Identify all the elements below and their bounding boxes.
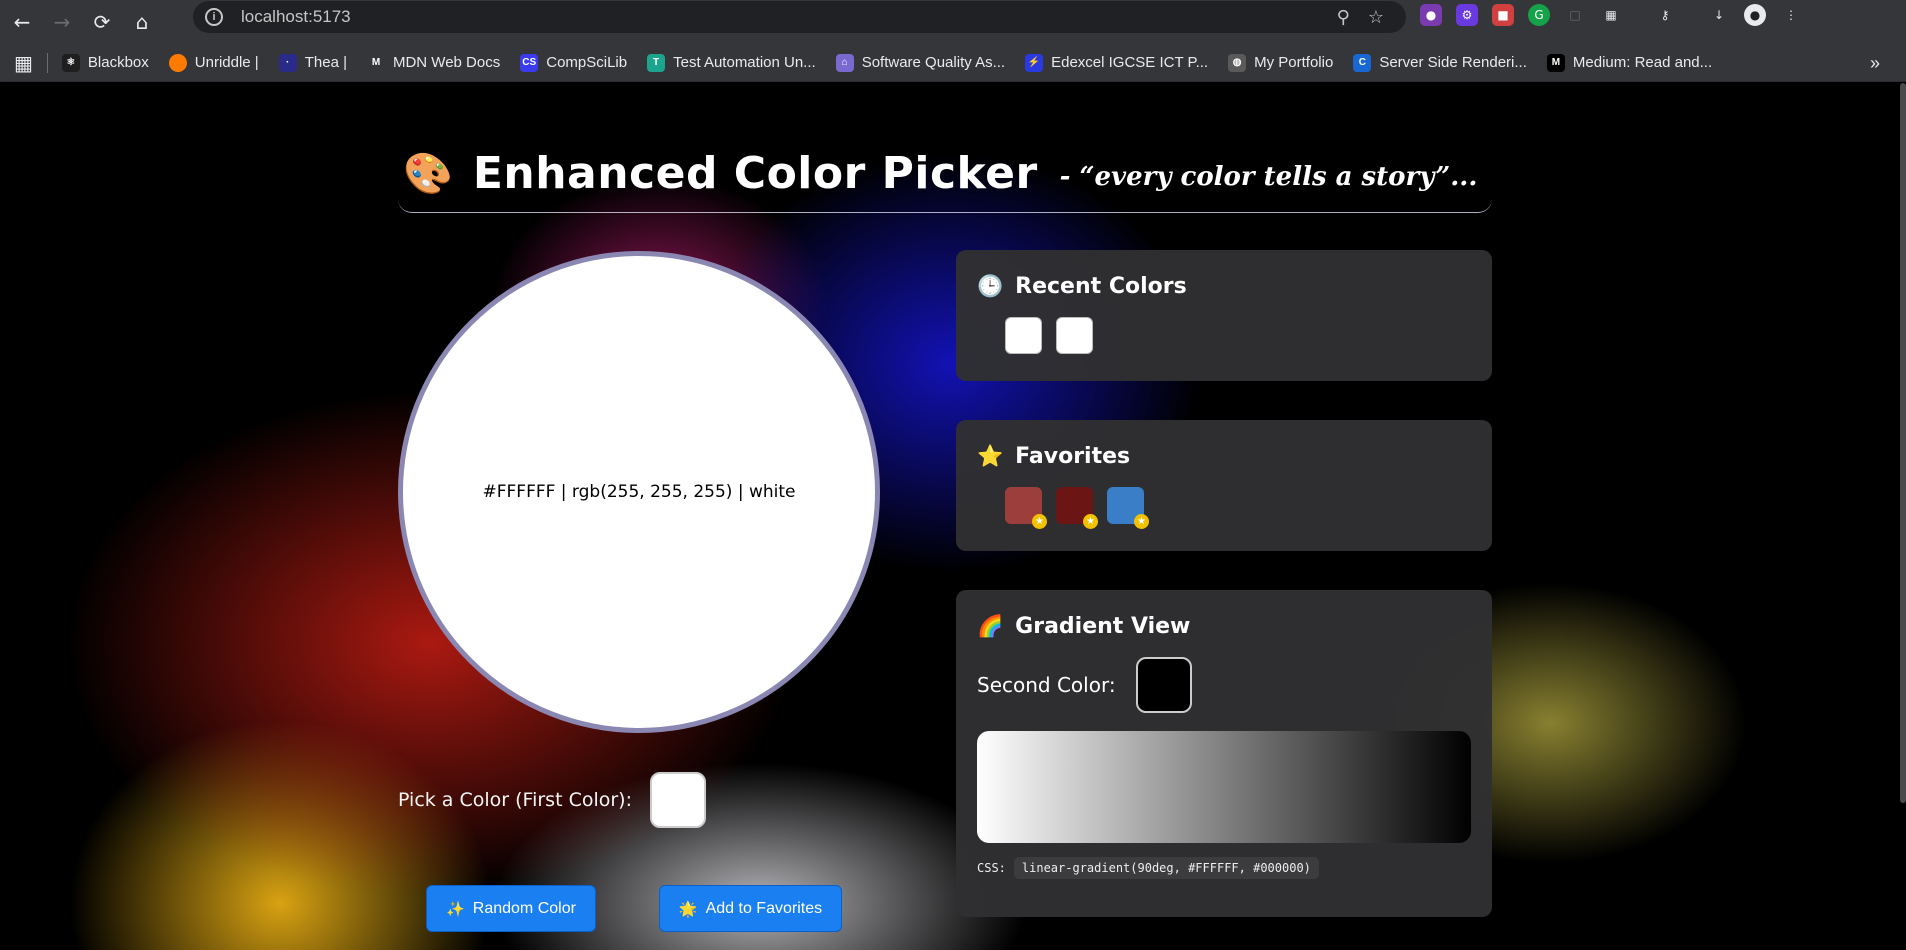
bookmark-item[interactable]: ◍ My Portfolio xyxy=(1228,53,1334,72)
bookmark-label: CompSciLib xyxy=(546,54,628,71)
favorites-list: ★ ★ ★ xyxy=(1005,487,1471,529)
bookmark-label: Test Automation Un... xyxy=(673,54,816,71)
zoom-icon[interactable]: ⚲ xyxy=(1337,7,1350,28)
recent-colors-panel: 🕒 Recent Colors xyxy=(956,250,1492,381)
brain-extension-icon[interactable]: ● xyxy=(1420,4,1442,26)
clock-icon: 🕒 xyxy=(977,274,1004,298)
palette-icon: 🎨 xyxy=(403,150,453,197)
avatar[interactable]: ● xyxy=(1744,4,1766,26)
gradient-preview xyxy=(977,731,1471,843)
menu-icon[interactable]: ⋮ xyxy=(1780,4,1802,26)
bookmark-item[interactable]: T Test Automation Un... xyxy=(647,53,816,72)
random-color-button[interactable]: ✨ Random Color xyxy=(426,885,596,932)
bookmark-label: Medium: Read and... xyxy=(1572,54,1713,71)
gear-extension-icon[interactable]: ⚙ xyxy=(1456,4,1478,26)
bookmark-label: Edexcel IGCSE ICT P... xyxy=(1051,54,1209,71)
bookmark-item[interactable]: ⌂ Software Quality As... xyxy=(835,53,1006,72)
lock-extension-icon[interactable]: □ xyxy=(1564,4,1586,26)
favorite-star-icon: ★ xyxy=(1032,514,1047,529)
bookmark-list: ⚛ Blackbox Unriddle | · Thea | M MDN Web Docs C… xyxy=(61,53,1732,72)
bookmark-favicon-icon: ⚡ xyxy=(1025,53,1044,72)
random-color-label: Random Color xyxy=(472,899,576,917)
recent-color-chip[interactable] xyxy=(1005,317,1042,354)
gradient-panel: 🌈 Gradient View Second Color: CSS: linea… xyxy=(956,590,1492,917)
favorites-panel: ⭐ Favorites ★ ★ ★ xyxy=(956,420,1492,551)
bookmarks-divider xyxy=(46,52,48,73)
first-color-picker: Pick a Color (First Color): xyxy=(398,772,706,828)
apps-icon[interactable]: ▦ xyxy=(14,51,33,75)
favorite-color-chip[interactable]: ★ xyxy=(1005,487,1047,529)
sparkles-icon: ✨ xyxy=(446,899,465,918)
second-color-input[interactable] xyxy=(1135,657,1192,713)
favorite-color-chip[interactable]: ★ xyxy=(1056,487,1098,529)
star-icon: ⭐ xyxy=(977,444,1004,468)
bookmark-favicon-icon: T xyxy=(647,53,666,72)
favorites-title: Favorites xyxy=(1015,444,1131,469)
page-title: Enhanced Color Picker xyxy=(472,147,1038,199)
bookmark-label: Blackbox xyxy=(87,54,149,71)
sun-icon: 🌟 xyxy=(678,899,698,918)
bookmark-favicon-icon: M xyxy=(1546,53,1565,72)
bookmarks-bar: ▦ ⚛ Blackbox Unriddle | · Thea | M MDN Web Doc… xyxy=(0,44,1906,82)
color-preview-label: #FFFFFF | rgb(255, 255, 255) | white xyxy=(482,482,796,502)
bookmark-label: Thea | xyxy=(304,54,347,71)
recent-colors-list xyxy=(1005,317,1471,354)
home-icon[interactable]: ⌂ xyxy=(124,4,160,40)
more-bookmarks-icon[interactable]: » xyxy=(1870,53,1880,74)
recent-color-chip[interactable] xyxy=(1056,317,1093,354)
url-text[interactable]: localhost:5173 xyxy=(241,7,351,27)
bookmark-item[interactable]: C Server Side Renderi... xyxy=(1353,53,1527,72)
add-to-favorites-button[interactable]: 🌟 Add to Favorites xyxy=(659,885,842,932)
bookmark-label: My Portfolio xyxy=(1254,54,1334,71)
css-label: CSS: xyxy=(977,861,1006,875)
first-color-input[interactable] xyxy=(650,772,706,828)
bookmark-label: Software Quality As... xyxy=(861,54,1006,71)
page-scrollbar[interactable] xyxy=(1900,83,1906,803)
bookmark-favicon-icon: · xyxy=(278,53,297,72)
extensions-area: ● ⚙ ■ G □ ▦ ⚷ ↓ ● ⋮ xyxy=(1420,4,1802,26)
favorite-star-icon: ★ xyxy=(1134,514,1149,529)
address-bar[interactable]: i localhost:5173 ⚲ ☆ xyxy=(193,1,1406,33)
bookmark-label: Unriddle | xyxy=(194,54,259,71)
bookmark-favicon-icon: ◍ xyxy=(1228,53,1247,72)
second-color-label: Second Color: xyxy=(977,673,1116,697)
rainbow-icon: 🌈 xyxy=(977,614,1004,638)
bookmark-label: Server Side Renderi... xyxy=(1379,54,1527,71)
forward-icon[interactable]: → xyxy=(44,4,80,40)
bookmark-item[interactable]: CS CompSciLib xyxy=(520,53,628,72)
bookmark-favicon-icon: ⌂ xyxy=(835,53,854,72)
download-icon[interactable]: ↓ xyxy=(1708,4,1730,26)
reload-icon[interactable]: ⟳ xyxy=(84,4,120,40)
gradient-title: Gradient View xyxy=(1015,614,1191,639)
favorite-color-chip[interactable]: ★ xyxy=(1107,487,1149,529)
red-extension-icon[interactable]: ■ xyxy=(1492,4,1514,26)
bookmark-favicon-icon: C xyxy=(1353,53,1372,72)
bookmark-label: MDN Web Docs xyxy=(392,54,501,71)
page-tagline: - “every color tells a story”... xyxy=(1059,162,1478,192)
bookmark-item[interactable]: M Medium: Read and... xyxy=(1546,53,1713,72)
recent-colors-title: Recent Colors xyxy=(1015,274,1187,299)
first-color-label: Pick a Color (First Color): xyxy=(398,789,632,811)
color-preview-circle: #FFFFFF | rgb(255, 255, 255) | white xyxy=(398,251,880,733)
app-page: 🎨 Enhanced Color Picker - “every color t… xyxy=(0,83,1906,950)
bookmark-item[interactable]: ⚡ Edexcel IGCSE ICT P... xyxy=(1025,53,1209,72)
add-to-favorites-label: Add to Favorites xyxy=(705,899,823,917)
bookmark-item[interactable]: ⚛ Blackbox xyxy=(61,53,149,72)
bookmark-star-icon[interactable]: ☆ xyxy=(1368,7,1384,28)
bookmark-item[interactable]: · Thea | xyxy=(278,53,347,72)
bookmark-favicon-icon: CS xyxy=(520,53,539,72)
bookmark-favicon-icon xyxy=(168,53,187,72)
site-info-icon[interactable]: i xyxy=(205,8,223,26)
grammarly-icon[interactable]: G xyxy=(1528,4,1550,26)
key-icon[interactable]: ⚷ xyxy=(1654,4,1676,26)
bookmark-favicon-icon: M xyxy=(366,53,385,72)
favorite-star-icon: ★ xyxy=(1083,514,1098,529)
bookmark-item[interactable]: Unriddle | xyxy=(168,53,259,72)
puzzle-icon[interactable]: ▦ xyxy=(1600,4,1622,26)
app-header: 🎨 Enhanced Color Picker - “every color t… xyxy=(398,134,1492,213)
back-icon[interactable]: ← xyxy=(4,4,40,40)
css-value[interactable]: linear-gradient(90deg, #FFFFFF, #000000) xyxy=(1013,857,1319,879)
bookmark-item[interactable]: M MDN Web Docs xyxy=(366,53,501,72)
bookmark-favicon-icon: ⚛ xyxy=(61,53,80,72)
